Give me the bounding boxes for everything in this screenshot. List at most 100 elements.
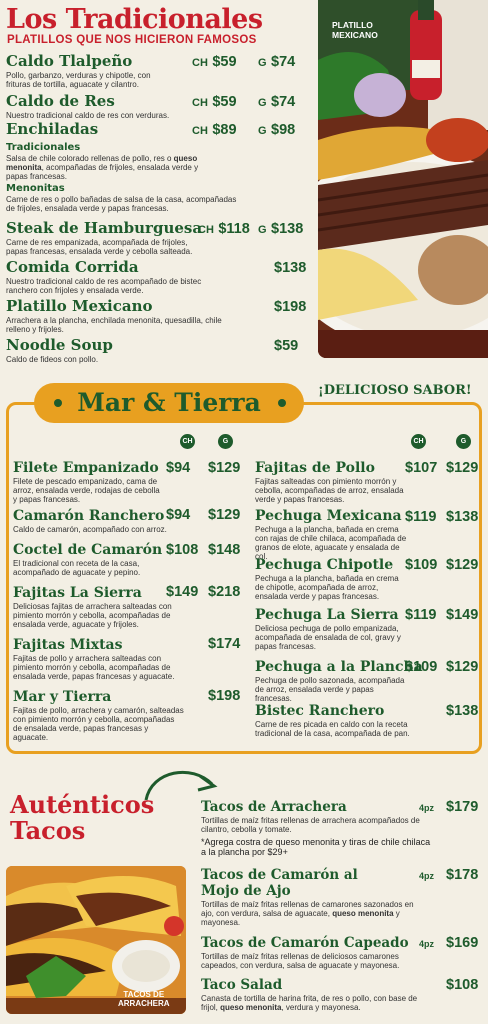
menu-item-noodle-soup[interactable]: Noodle Soup Caldo de fideos con pollo. [6,336,306,364]
price-ch: CH $89 [192,122,237,138]
price-ch: $119 [405,607,437,623]
menu-item-fajitas-la-sierra[interactable]: Fajitas La Sierra Deliciosas fajitas de … [13,585,178,629]
menu-item-tacos-arrachera[interactable]: Tacos de Arrachera Tortillas de maíz fri… [201,799,431,857]
price-ch: $94 [166,507,191,523]
price-g: $129 [446,460,479,476]
menu-item-pechuga-a-la-plancha[interactable]: Pechuga a la Plancha Pechuga de pollo sa… [255,659,423,703]
item-name: Comida Corrida [6,258,139,276]
menu-item-mar-y-tierra[interactable]: Mar y Tierra Fajitas de pollo, arrachera… [13,689,185,742]
menu-item-fajitas-mixtas[interactable]: Fajitas Mixtas Fajitas de pollo y arrach… [13,637,183,681]
item-description: Pechuga a la plancha, bañada en crema co… [255,525,407,561]
menu-item-coctel-camaron[interactable]: Coctel de Camarón El tradicional con rec… [13,542,173,577]
menu-item-platillo-mexicano[interactable]: Platillo Mexicano Arrachera a la plancha… [6,297,306,334]
item-name: Fajitas La Sierra [13,585,142,601]
menu-item-comida-corrida[interactable]: Comida Corrida Nuestro tradicional caldo… [6,258,306,295]
item-description: Nuestro tradicional caldo de res con ver… [6,111,170,120]
menu-item-filete-empanizado[interactable]: Filete Empanizado Filete de pescado empa… [13,460,163,504]
section-subtitle-tradicionales: PLATILLOS QUE NOS HICIERON FAMOSOS [7,34,257,46]
item-description: Pechuga de pollo sazonada, acompañada de… [255,676,405,703]
price-g: G $98 [258,122,296,138]
item-description: Fajitas de pollo, arrachera y camarón, s… [13,706,184,742]
price-g: $148 [208,542,241,558]
price-g: $218 [208,584,241,600]
price: $198 [274,299,307,315]
item-description: Carne de res empanizada, acompañada de f… [6,238,193,256]
item-description: El tradicional con receta de la casa, ac… [13,559,141,577]
item-description: Carne de res o pollo bañadas de salsa de… [6,195,237,213]
item-description: Canasta de tortilla de harina frita, de … [201,994,418,1012]
item-description: Tortillas de maíz fritas rellenas de del… [201,952,400,970]
photo-label-tacos-arrachera: TACOS DE ARRACHERA [118,990,170,1008]
item-description: Carne de res picada en caldo con la rece… [255,720,410,738]
item-description: Fajitas de pollo y arrachera salteadas c… [13,654,175,681]
item-name: Taco Salad [201,977,283,993]
price: $169 [446,935,479,951]
food-photo-illustration [318,0,488,358]
item-name: Noodle Soup [6,336,113,354]
price: $178 [446,867,479,883]
item-description: Caldo de camarón, acompañado con arroz. [13,525,167,534]
photo-label-platillo-mexicano: PLATILLO MEXICANO [332,20,378,40]
item-description: Filete de pescado empanizado, cama de ar… [13,477,160,504]
item-name: Bistec Ranchero [255,703,385,719]
price-ch: $119 [405,509,437,525]
size-badge-g-left: G [218,434,233,449]
item-description: Tortillas de maíz fritas rellenas de arr… [201,816,420,834]
menu-item-taco-salad[interactable]: Taco Salad Canasta de tortilla de harina… [201,977,429,1012]
price-ch: $108 [166,542,199,558]
portion-count: 4pz [419,803,435,813]
price-g: G $74 [258,94,296,110]
section-title-tradicionales: Los Tradicionales [6,4,263,35]
item-description: Deliciosas fajitas de arrachera salteada… [13,602,172,629]
item-name: Filete Empanizado [13,460,159,476]
slogan: ¡DELICIOSO SABOR! [318,383,472,398]
item-name: Tacos de Arrachera [201,799,347,815]
item-name: Tacos de Camarón Capeado [201,935,409,951]
price-ch: $94 [166,460,191,476]
item-name: Pechuga a la Plancha [255,659,423,675]
price-g: G $138 [258,221,304,237]
price-g: $138 [446,509,479,525]
price-g: $129 [208,460,241,476]
price-ch: $107 [405,460,438,476]
portion-count: 4pz [419,939,435,949]
menu-item-bistec-ranchero[interactable]: Bistec Ranchero Carne de res picada en c… [255,703,410,738]
item-description: Pechuga a la plancha, bañada en crema de… [255,574,399,601]
price: $174 [208,636,241,652]
item-description: Salsa de chile colorado rellenas de poll… [6,154,199,181]
enchiladas-tradicionales: Tradicionales Salsa de chile colorado re… [6,142,216,181]
price-ch: CH $59 [192,94,237,110]
size-badge-ch-right: CH [411,434,426,449]
price: $138 [274,260,307,276]
item-note: *Agrega costra de queso menonita y tiras… [201,837,431,857]
price-ch: CH $118 [198,221,250,237]
item-name: Fajitas de Pollo [255,460,375,476]
item-name: Mar y Tierra [13,689,112,705]
menu-item-fajitas-de-pollo[interactable]: Fajitas de Pollo Fajitas salteadas con p… [255,460,405,504]
item-name: Tacos de Camarón al Mojo de Ajo [201,867,358,899]
menu-item-pechuga-la-sierra[interactable]: Pechuga La Sierra Deliciosa pechuga de p… [255,607,405,651]
price-g: $149 [446,607,479,623]
price: $179 [446,799,479,815]
price: $108 [446,977,479,993]
item-name: Platillo Mexicano [6,297,153,315]
menu-item-tacos-camaron-mojo[interactable]: Tacos de Camarón al Mojo de Ajo Tortillas… [201,867,421,927]
item-name: Pechuga La Sierra [255,607,399,623]
item-description: Fajitas salteadas con pimiento morrón y … [255,477,404,504]
price-g: G $74 [258,54,296,70]
item-description: Arrachera a la plancha, enchilada menoni… [6,316,222,334]
section-title-autenticos-tacos: Auténticos Tacos [10,790,155,845]
item-name: Fajitas Mixtas [13,637,123,653]
menu-item-pechuga-chipotle[interactable]: Pechuga Chipotle Pechuga a la plancha, b… [255,557,405,601]
item-name: Pechuga Chipotle [255,557,394,573]
item-description: Caldo de fideos con pollo. [6,355,99,364]
price: $59 [274,338,299,354]
item-description: Nuestro tradicional caldo de res acompañ… [6,277,202,295]
menu-item-tacos-camaron-capeado[interactable]: Tacos de Camarón Capeado Tortillas de ma… [201,935,421,970]
section-title-mar-tierra: Mar & Tierra [77,388,261,417]
menu-item-pechuga-mexicana[interactable]: Pechuga Mexicana Pechuga a la plancha, b… [255,508,413,561]
price-g: $129 [208,507,241,523]
item-name: Coctel de Camarón [13,542,163,558]
price-g: $129 [446,659,479,675]
size-badge-ch-left: CH [180,434,195,449]
